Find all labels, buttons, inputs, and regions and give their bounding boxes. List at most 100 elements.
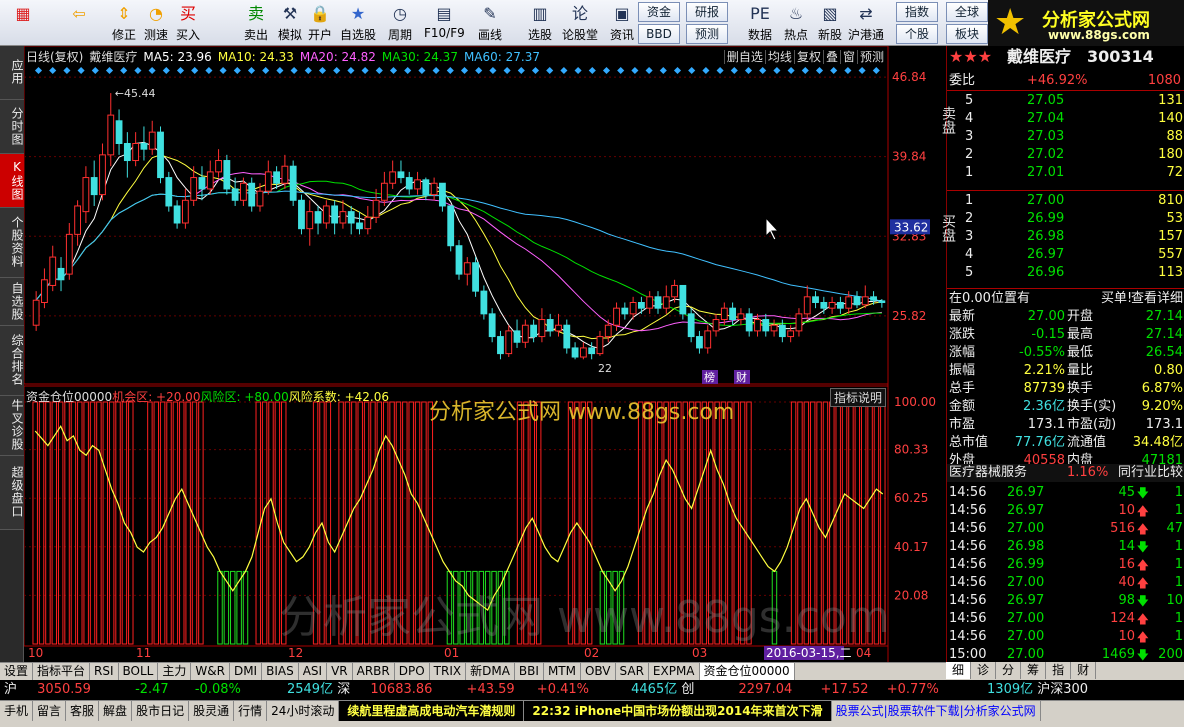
indicator-tab[interactable]: ARBR bbox=[353, 663, 395, 680]
indicator-tab[interactable]: 设置 bbox=[0, 663, 34, 680]
side-tab[interactable]: 自选股 bbox=[0, 278, 24, 326]
kline-chart[interactable]: 46.84 39.84 32.83 25.82 33.62 ←45.44 22 榜财 100.0… bbox=[24, 46, 946, 662]
toolbar-small-button[interactable]: 全球 bbox=[946, 2, 988, 22]
toolbar-select-button[interactable]: ▥ 选股 bbox=[520, 0, 560, 46]
status-link[interactable]: 客服 bbox=[66, 701, 100, 721]
signal-diamond bbox=[148, 66, 156, 75]
side-tab[interactable]: 个股资料 bbox=[0, 208, 24, 278]
tick-price: 26.98 bbox=[1007, 539, 1045, 554]
indicator-tab[interactable]: RSI bbox=[90, 663, 119, 680]
indicator-tab[interactable]: BBI bbox=[515, 663, 544, 680]
indicator-tab[interactable]: TRIX bbox=[430, 663, 467, 680]
detail-tab[interactable]: 分 bbox=[996, 662, 1022, 679]
ma-legend-item: MA30: 24.37 bbox=[381, 50, 458, 64]
indicator-tab[interactable]: OBV bbox=[581, 663, 616, 680]
signal-diamond bbox=[77, 66, 85, 75]
toolbar-small-button[interactable]: BBD bbox=[638, 24, 680, 44]
detail-tab[interactable]: 细 bbox=[946, 662, 972, 679]
indicator-tab[interactable]: 新DMA bbox=[466, 663, 515, 680]
indicator-tab[interactable]: 资金仓位00000 bbox=[699, 663, 795, 680]
toolbar-small-button[interactable]: 指数 bbox=[896, 2, 938, 22]
indicator-tab[interactable]: W&R bbox=[191, 663, 230, 680]
indicator-tab[interactable]: MTM bbox=[544, 663, 581, 680]
indicator-tab[interactable]: ASI bbox=[299, 663, 328, 680]
indicator-help-button[interactable]: 指标说明 bbox=[829, 388, 886, 407]
toolbar-back-arrow-button[interactable]: ⇦ bbox=[62, 0, 96, 46]
toolbar-clock-button[interactable]: ◷ 周期 bbox=[380, 0, 420, 46]
indicator-tab[interactable]: VR bbox=[327, 663, 353, 680]
chart-option-button[interactable]: 均线 bbox=[764, 50, 794, 64]
indicator-tick-label: 80.33 bbox=[894, 443, 928, 457]
chart-option-button[interactable]: 删自选 bbox=[723, 50, 765, 64]
indicator-tab[interactable]: 主力 bbox=[158, 663, 192, 680]
view-detail-link[interactable]: 查看详细 bbox=[1131, 290, 1183, 308]
toolbar-small-button[interactable]: 板块 bbox=[946, 24, 988, 44]
toolbar-small-button[interactable]: 研报 bbox=[686, 2, 728, 22]
side-tab[interactable]: 牛叉诊股 bbox=[0, 396, 24, 456]
side-tab[interactable]: 超级盘口 bbox=[0, 456, 24, 530]
industry-compare-button[interactable]: 同行业比较 bbox=[1118, 464, 1183, 482]
toolbar-info-button[interactable]: ▣ 资讯 bbox=[602, 0, 642, 46]
toolbar-star-button[interactable]: ★ 自选股 bbox=[338, 0, 378, 46]
chart-option-button[interactable]: 预测 bbox=[856, 50, 886, 64]
status-link[interactable]: 行情 bbox=[234, 701, 268, 721]
status-link[interactable]: 解盘 bbox=[99, 701, 133, 721]
candle bbox=[414, 171, 421, 195]
cy-label: 创 bbox=[681, 682, 695, 697]
side-tab[interactable]: 分时图 bbox=[0, 100, 24, 154]
detail-tab[interactable]: 筹 bbox=[1021, 662, 1047, 679]
candle bbox=[455, 240, 463, 280]
toolbar-pencil-button[interactable]: ✎ 画线 bbox=[470, 0, 510, 46]
toolbar-windows-button[interactable]: ▦ bbox=[6, 0, 40, 46]
detail-tab[interactable]: 财 bbox=[1071, 662, 1097, 679]
indicator-tab[interactable]: BIAS bbox=[262, 663, 299, 680]
toolbar-small-button[interactable]: 资金 bbox=[638, 2, 680, 22]
status-link[interactable]: 股灵通 bbox=[189, 701, 235, 721]
tick-row: 14:56 27.00 516 🡅 47 bbox=[947, 520, 1184, 538]
toolbar-small-button[interactable]: 个股 bbox=[896, 24, 938, 44]
level-price: 27.03 bbox=[1027, 129, 1065, 144]
indicator-tab[interactable]: DPO bbox=[395, 663, 430, 680]
status-link[interactable]: 24小时滚动 bbox=[267, 701, 340, 721]
side-tab[interactable]: 综合排名 bbox=[0, 326, 24, 396]
detail-tab[interactable]: 诊 bbox=[971, 662, 997, 679]
quote-row: 金额 2.36亿 换手(实) 9.20% bbox=[947, 398, 1184, 416]
status-link[interactable]: 留言 bbox=[33, 701, 67, 721]
toolbar-newstock-button[interactable]: ▧ 新股 bbox=[810, 0, 850, 46]
chart-option-button[interactable]: 叠 bbox=[822, 50, 840, 64]
chart-option-button[interactable]: 窗 bbox=[839, 50, 857, 64]
indicator-tab[interactable]: DMI bbox=[230, 663, 263, 680]
sell-level-row: 2 27.02 180 bbox=[947, 146, 1184, 164]
indicator-tab[interactable]: EXPMA bbox=[649, 663, 700, 680]
chart-canvas[interactable]: 46.8439.8432.8325.8233.62←45.4422榜 财100.0… bbox=[24, 46, 946, 662]
indicator-tab[interactable]: 指标平台 bbox=[33, 663, 91, 680]
toolbar-talk-button[interactable]: 论论股堂 bbox=[560, 0, 600, 46]
indicator-tab[interactable]: BOLL bbox=[119, 663, 159, 680]
candle-body bbox=[140, 143, 148, 150]
toolbar-shhk-button[interactable]: ⇄ 沪港通 bbox=[846, 0, 886, 46]
news-headline-1[interactable]: 续航里程虚高成电动汽车潜规则 bbox=[339, 701, 525, 721]
indicator-tab[interactable]: SAR bbox=[616, 663, 649, 680]
status-link[interactable]: 手机 bbox=[0, 701, 34, 721]
tick-count: 47 bbox=[1166, 521, 1183, 536]
cy-pct: +0.77% bbox=[886, 682, 939, 697]
toolbar-lock-button[interactable]: 🔒 开户 bbox=[300, 0, 340, 46]
detail-tab[interactable]: 指 bbox=[1046, 662, 1072, 679]
tick-price: 27.00 bbox=[1007, 629, 1045, 644]
toolbar-small-button[interactable]: 预测 bbox=[686, 24, 728, 44]
toolbar-pe-button[interactable]: PE 数据 bbox=[740, 0, 780, 46]
candle-body bbox=[646, 296, 654, 309]
sector-name[interactable]: 医疗器械服务 bbox=[949, 464, 1027, 482]
toolbar-buy-button[interactable]: 买买入 bbox=[168, 0, 208, 46]
footer-links[interactable]: 股票公式|股票软件下载|分析家公式网 bbox=[832, 701, 1041, 721]
news-headline-2[interactable]: 22:32 iPhone中国市场份额出现2014年来首次下滑 bbox=[524, 701, 832, 721]
ma-legend-item: MA20: 24.82 bbox=[299, 50, 376, 64]
side-tab[interactable]: K线图 bbox=[0, 154, 24, 208]
chart-option-button[interactable]: 复权 bbox=[793, 50, 823, 64]
event-badge-label: 财 bbox=[736, 370, 747, 384]
side-tab[interactable]: 应用 bbox=[0, 46, 24, 100]
candle-body bbox=[306, 211, 314, 230]
status-link[interactable]: 股市日记 bbox=[132, 701, 190, 721]
candle-body bbox=[497, 336, 504, 355]
toolbar-f10-button[interactable]: ▤ F10/F9 bbox=[424, 0, 465, 46]
